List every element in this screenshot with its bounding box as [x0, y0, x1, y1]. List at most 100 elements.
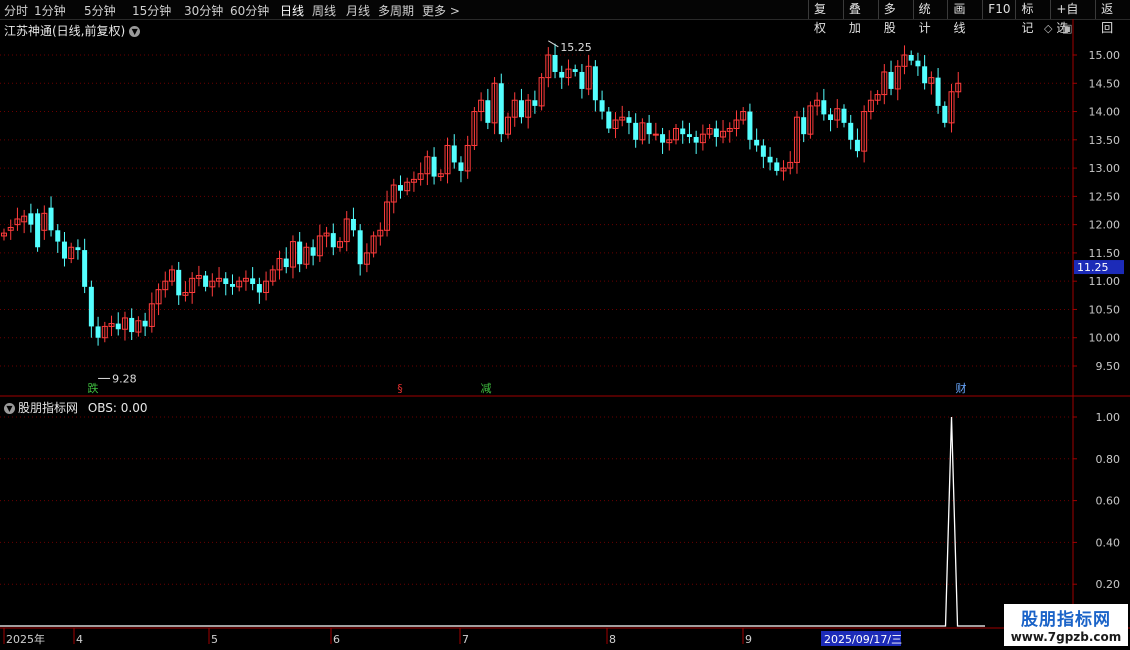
diamond-icon[interactable]: ◇	[1044, 22, 1052, 35]
candle-body-down	[747, 111, 753, 140]
candle-body-down	[828, 114, 834, 121]
candle-body-down	[841, 108, 847, 123]
date-axis-label: 5	[211, 633, 218, 646]
candle-body-down	[28, 213, 34, 225]
candle-body-down	[646, 122, 652, 135]
event-mark: 减	[481, 382, 492, 395]
candle-body-down	[633, 122, 639, 140]
candle-body-down	[680, 128, 686, 135]
watermark-logo: 股朋指标网 www.7gpzb.com	[1004, 604, 1128, 646]
kline-chart[interactable]: 9.50 10.00 10.50 11.00 11.50 12.00 12.50 13.00 1…	[0, 0, 1130, 650]
indicator-name: 股朋指标网	[18, 401, 79, 415]
chevron-down-icon[interactable]: ▼	[129, 26, 141, 37]
candle-body-down	[935, 77, 941, 106]
candle-body-down	[142, 320, 148, 327]
candle-body-down	[592, 66, 598, 101]
cursor-date-text: 2025/09/17/三	[824, 633, 902, 646]
high-marker-label: 15.25	[560, 41, 592, 54]
candle-body-down	[848, 122, 854, 140]
candle-body-down	[908, 55, 914, 61]
candle-body-down	[250, 278, 256, 285]
candle-body-down	[88, 286, 94, 327]
candle-body-down	[223, 278, 229, 285]
price-axis-label: 14.00	[1089, 106, 1121, 119]
price-axis-label: 14.50	[1089, 77, 1121, 90]
price-axis-label: 12.00	[1089, 219, 1121, 232]
date-axis-label: 8	[609, 633, 616, 646]
candle-body-down	[915, 60, 921, 67]
obs-indicator-line	[0, 416, 985, 627]
price-axis-label: 10.00	[1089, 332, 1121, 345]
candle-body-down	[532, 100, 538, 106]
candle-body-down	[256, 284, 262, 293]
indicator-axis-label: 0.40	[1096, 536, 1121, 549]
candle-body-down	[297, 241, 303, 265]
candle-body-down	[922, 66, 928, 84]
panel-toggle-icon[interactable]: ▣	[1062, 22, 1072, 35]
stock-title: 江苏神通(日线,前复权)	[4, 24, 126, 38]
price-axis-label: 9.50	[1096, 360, 1121, 373]
price-axis-label: 11.00	[1089, 275, 1121, 288]
event-mark: 财	[956, 381, 967, 395]
candle-body-down	[821, 100, 827, 115]
price-axis-label: 13.00	[1089, 162, 1121, 175]
candle-body-down	[760, 145, 766, 157]
candle-body-down	[48, 207, 54, 231]
event-mark: §	[397, 382, 403, 395]
candle-body-down	[283, 258, 289, 268]
chart-corner-icons: ◇ ▣	[1044, 22, 1072, 35]
candle-body-up	[652, 133, 659, 136]
candle-body-down	[397, 185, 403, 191]
candle-body-down	[55, 230, 61, 242]
price-axis-label: 11.50	[1089, 247, 1121, 260]
candle-body-down	[854, 139, 860, 152]
price-axis-label: 15.00	[1089, 49, 1121, 62]
candle-body-down	[61, 241, 67, 259]
candle-body-down	[82, 250, 88, 287]
candle-body-down	[35, 213, 41, 248]
indicator-title: ▼ 股朋指标网 OBS: 0.00	[4, 399, 148, 416]
chevron-down-icon[interactable]: ▼	[4, 403, 15, 414]
candle-body-down	[95, 326, 101, 338]
price-axis-label: 12.50	[1089, 190, 1121, 203]
candle-body-down	[458, 162, 464, 171]
watermark-line1: 股朋指标网	[1021, 610, 1111, 630]
candle-body-down	[485, 100, 491, 123]
candle-body-down	[686, 134, 692, 137]
date-axis-label: 2025年	[6, 632, 45, 646]
current-price-text: 11.25	[1077, 261, 1109, 274]
candle-body-down	[559, 71, 565, 78]
candle-body-down	[310, 247, 316, 256]
candle-body-down	[498, 83, 504, 135]
indicator-axis-label: 0.20	[1096, 578, 1121, 591]
candle-body-down	[451, 145, 457, 163]
candle-body-down	[579, 71, 585, 89]
candle-body-down	[774, 162, 780, 171]
event-mark: 跌	[88, 381, 99, 395]
candle-body-down	[626, 117, 632, 123]
candle-body-down	[229, 284, 235, 287]
candle-body-down	[888, 71, 894, 89]
candle-body-down	[518, 100, 524, 118]
indicator-axis-label: 0.80	[1096, 453, 1121, 466]
candle-body-down	[660, 134, 666, 143]
price-axis-label: 10.50	[1089, 303, 1121, 316]
candle-body-down	[767, 156, 773, 163]
candle-body-down	[203, 275, 209, 287]
high-marker-line	[548, 40, 559, 48]
candle-body-down	[75, 247, 81, 251]
date-axis-label: 4	[76, 633, 83, 646]
date-axis-label: 7	[462, 633, 469, 646]
candle-body-down	[176, 269, 182, 296]
indicator-value: OBS: 0.00	[87, 401, 148, 415]
candle-body-down	[572, 69, 578, 72]
candle-body-down	[330, 233, 336, 248]
candle-body-down	[552, 55, 558, 72]
candle-body-down	[713, 128, 719, 137]
candle-body-down	[801, 117, 807, 135]
candle-body-down	[431, 156, 437, 177]
candle-body-down	[942, 105, 948, 123]
watermark-line2: www.7gpzb.com	[1010, 630, 1122, 644]
main-chart-title: 江苏神通(日线,前复权) ▼	[4, 22, 141, 39]
candle-body-down	[357, 230, 363, 265]
